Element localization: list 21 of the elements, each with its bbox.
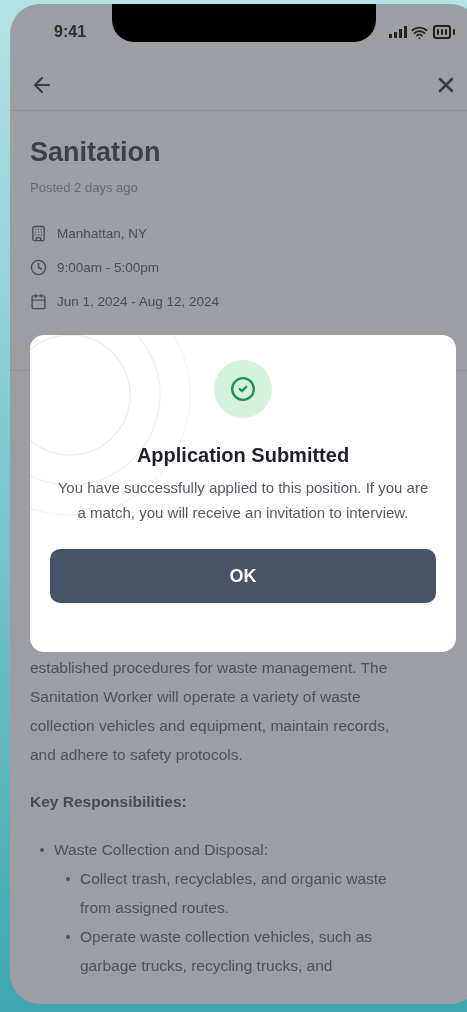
list-item-text: Collect trash, recyclables, and organic waste from assigned routes.	[80, 869, 388, 918]
job-detail: 9:00am - 5:00pm	[57, 259, 160, 275]
job-description: established procedures for waste management. The Sanitation Worker will operate a variety of waste collection vehicles and equipment, maintain records, and adhere to safety protocols.	[30, 658, 391, 765]
job-title: Sanitation	[30, 137, 162, 168]
status-time: 9:41	[54, 23, 87, 41]
bullet-icon	[66, 935, 70, 939]
section-heading: Key Responsibilities:	[30, 793, 188, 811]
signal-icon	[389, 26, 407, 38]
list-item-text: Waste Collection and Disposal:	[54, 840, 268, 860]
check-circle-icon	[230, 376, 256, 402]
ok-button[interactable]: OK	[50, 549, 436, 603]
list-item-text: Operate waste collection vehicles, such as garbage trucks, recycling trucks, and	[80, 927, 374, 976]
dialog-message: You have successfully applied to this position. If you are a match, you will receive an invitation to interview.	[57, 478, 429, 523]
building-icon	[30, 224, 47, 242]
job-detail: Jun 1, 2024 - Aug 12, 2024	[57, 293, 220, 309]
job-detail: Manhattan, NY	[57, 225, 148, 241]
dialog-title: Application Submitted	[136, 444, 350, 467]
bullet-icon	[40, 848, 44, 852]
calendar-icon	[30, 292, 47, 310]
bullet-icon	[66, 877, 70, 881]
clock-icon	[30, 258, 47, 276]
